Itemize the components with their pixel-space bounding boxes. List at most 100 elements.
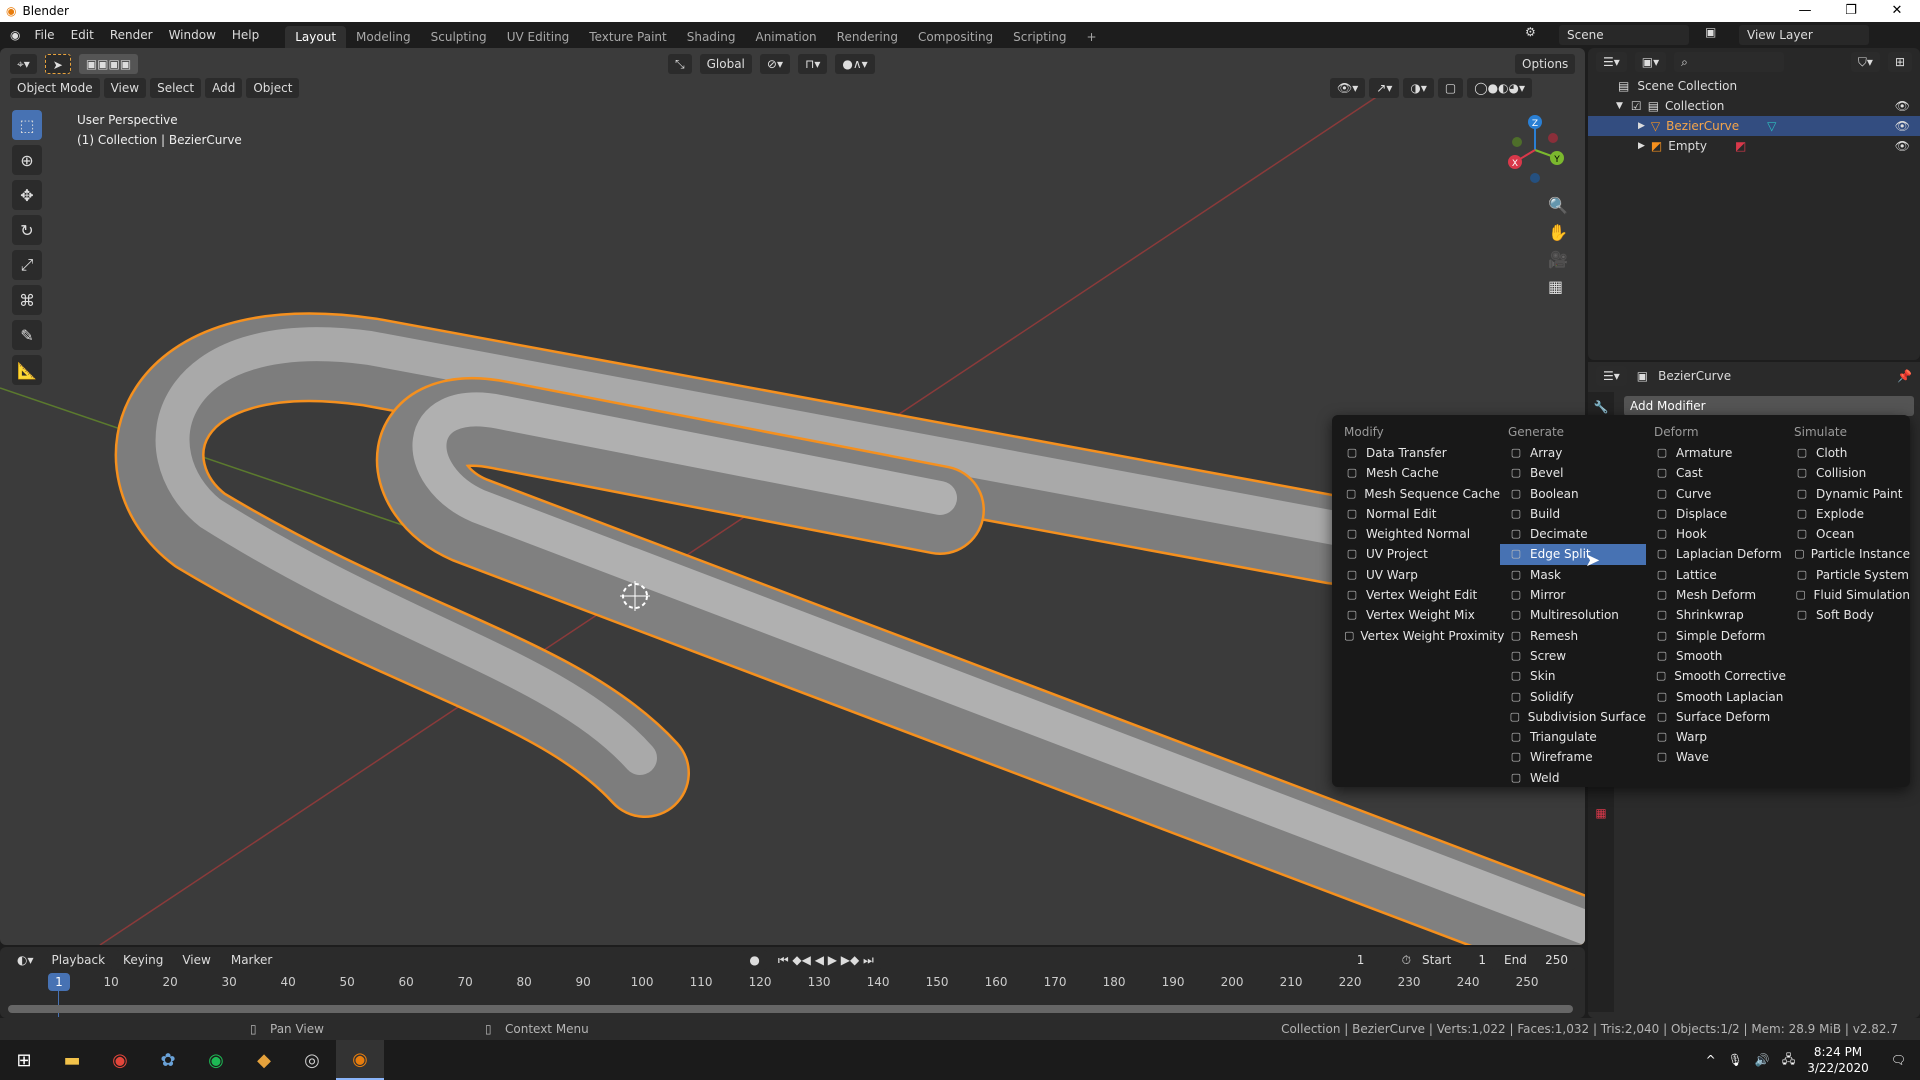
outliner-item[interactable]: ▶ ◩ Empty ◩ 👁 bbox=[1588, 136, 1920, 156]
modifier-item-skin[interactable]: ▢ Skin bbox=[1500, 666, 1646, 686]
snap-icon[interactable]: ⊓▾ bbox=[797, 54, 828, 74]
shading-modes[interactable]: ◯●◐◕▾ bbox=[1467, 78, 1533, 98]
obs-icon[interactable]: ◎ bbox=[288, 1040, 336, 1080]
overlay-toggle-icon[interactable]: ◑▾ bbox=[1403, 78, 1434, 98]
modifier-item-screw[interactable]: ▢ Screw bbox=[1500, 646, 1646, 666]
menu-view[interactable]: View bbox=[103, 78, 147, 98]
eye-icon[interactable]: 👁 bbox=[1895, 116, 1910, 136]
modifier-item-subdivision-surface[interactable]: ▢ Subdivision Surface bbox=[1500, 707, 1646, 727]
modifier-item-warp[interactable]: ▢ Warp bbox=[1646, 727, 1786, 747]
xray-icon[interactable]: ▢ bbox=[1437, 78, 1464, 98]
tab-rendering[interactable]: Rendering bbox=[827, 26, 908, 48]
expand-icon[interactable]: ▶ bbox=[1638, 136, 1645, 156]
maximize-button[interactable]: ❐ bbox=[1828, 0, 1874, 22]
properties-editor-icon[interactable]: ☰▾ bbox=[1596, 366, 1627, 386]
network-icon[interactable]: 🖧 bbox=[1782, 1050, 1795, 1071]
filter-icon[interactable]: ⛉▾ bbox=[1850, 52, 1880, 72]
expand-icon[interactable]: ▶ bbox=[1638, 116, 1645, 136]
modifier-item-simple-deform[interactable]: ▢ Simple Deform bbox=[1646, 626, 1786, 646]
file-explorer-icon[interactable]: ▬ bbox=[48, 1040, 96, 1080]
scene-icon[interactable]: ⚙ bbox=[1525, 25, 1553, 45]
pin-icon[interactable]: 📌 bbox=[1897, 369, 1912, 383]
menu-timeline-view[interactable]: View bbox=[174, 953, 218, 967]
checkbox-icon[interactable]: ☑ bbox=[1631, 96, 1642, 116]
collection-row[interactable]: ▼ ☑ ▤ Collection 👁 bbox=[1588, 96, 1920, 116]
modifier-item-weighted-normal[interactable]: ▢ Weighted Normal bbox=[1336, 524, 1500, 544]
modifier-item-displace[interactable]: ▢ Displace bbox=[1646, 504, 1786, 524]
modifier-item-triangulate[interactable]: ▢ Triangulate bbox=[1500, 727, 1646, 747]
view-layer-icon[interactable]: ▣ bbox=[1705, 25, 1733, 45]
modifier-item-wave[interactable]: ▢ Wave bbox=[1646, 747, 1786, 767]
windows-start-icon[interactable]: ⊞ bbox=[0, 1040, 48, 1080]
tab-sculpting[interactable]: Sculpting bbox=[421, 26, 497, 48]
start-frame-field[interactable]: Start 1 bbox=[1415, 950, 1493, 970]
modifier-item-curve[interactable]: ▢ Curve bbox=[1646, 484, 1786, 504]
modifier-item-mesh-deform[interactable]: ▢ Mesh Deform bbox=[1646, 585, 1786, 605]
record-button[interactable]: ● bbox=[742, 950, 767, 970]
annotate-tool[interactable]: ✎ bbox=[12, 320, 42, 350]
current-frame-field[interactable]: 1 bbox=[1323, 950, 1398, 970]
eye-icon[interactable]: 👁 bbox=[1895, 96, 1910, 116]
modifier-item-explode[interactable]: ▢ Explode bbox=[1786, 504, 1910, 524]
modifier-item-decimate[interactable]: ▢ Decimate bbox=[1500, 524, 1646, 544]
modifier-item-mask[interactable]: ▢ Mask bbox=[1500, 565, 1646, 585]
tab-shading[interactable]: Shading bbox=[677, 26, 746, 48]
outliner-search-input[interactable]: ⌕ bbox=[1674, 52, 1785, 72]
stopwatch-icon[interactable]: ⏱ bbox=[1402, 953, 1411, 968]
eye-icon[interactable]: 👁 bbox=[1895, 136, 1910, 156]
minimize-button[interactable]: — bbox=[1782, 0, 1828, 22]
ortho-grid-icon[interactable]: ▦ bbox=[1548, 277, 1568, 296]
microphone-icon[interactable]: 🎙 bbox=[1728, 1053, 1743, 1067]
expand-icon[interactable]: ▼ bbox=[1616, 96, 1623, 116]
tab-layout[interactable]: Layout bbox=[285, 26, 347, 48]
volume-icon[interactable]: 🔊 bbox=[1755, 1053, 1770, 1067]
modifier-item-mirror[interactable]: ▢ Mirror bbox=[1500, 585, 1646, 605]
transform-tool[interactable]: ⌘ bbox=[12, 285, 42, 315]
texture-icon[interactable]: ▦ bbox=[1595, 806, 1606, 820]
modifier-item-mesh-cache[interactable]: ▢ Mesh Cache bbox=[1336, 463, 1500, 483]
playhead[interactable]: 1 bbox=[48, 973, 70, 991]
clock-date[interactable]: 3/22/2020 bbox=[1807, 1060, 1869, 1076]
navigation-gizmo[interactable]: Z Y X bbox=[1495, 110, 1575, 190]
tab-texture-paint[interactable]: Texture Paint bbox=[579, 26, 676, 48]
camera-view-icon[interactable]: 🎥 bbox=[1548, 250, 1568, 269]
menu-render[interactable]: Render bbox=[102, 28, 161, 42]
modifier-item-vertex-weight-mix[interactable]: ▢ Vertex Weight Mix bbox=[1336, 605, 1500, 625]
tab-modeling[interactable]: Modeling bbox=[346, 26, 421, 48]
select-box-tool[interactable]: ⬚ bbox=[12, 110, 42, 140]
measure-tool[interactable]: 📐 bbox=[12, 355, 42, 385]
git-kraken-icon[interactable]: ◆ bbox=[240, 1040, 288, 1080]
modifier-item-smooth[interactable]: ▢ Smooth bbox=[1646, 646, 1786, 666]
add-modifier-dropdown[interactable]: Add Modifier bbox=[1624, 396, 1914, 416]
cursor-tool[interactable]: ⊕ bbox=[12, 145, 42, 175]
select-tool-icon[interactable]: ➤ bbox=[44, 54, 71, 74]
modifier-item-surface-deform[interactable]: ▢ Surface Deform bbox=[1646, 707, 1786, 727]
tab-uv-editing[interactable]: UV Editing bbox=[497, 26, 580, 48]
modifier-item-lattice[interactable]: ▢ Lattice bbox=[1646, 565, 1786, 585]
blender-menu-icon[interactable]: ◉ bbox=[10, 28, 20, 42]
pan-hand-icon[interactable]: ✋ bbox=[1548, 223, 1568, 242]
visibility-icon[interactable]: 👁▾ bbox=[1330, 78, 1366, 98]
zoom-icon[interactable]: 🔍 bbox=[1548, 196, 1568, 215]
modifier-item-ocean[interactable]: ▢ Ocean bbox=[1786, 524, 1910, 544]
empty-data-icon[interactable]: ◩ bbox=[1735, 136, 1746, 156]
modifier-item-shrinkwrap[interactable]: ▢ Shrinkwrap bbox=[1646, 605, 1786, 625]
modifier-item-mesh-sequence-cache[interactable]: ▢ Mesh Sequence Cache bbox=[1336, 484, 1500, 504]
modifier-item-uv-warp[interactable]: ▢ UV Warp bbox=[1336, 565, 1500, 585]
display-mode-icon[interactable]: ☰▾ bbox=[1596, 52, 1627, 72]
modifier-item-hook[interactable]: ▢ Hook bbox=[1646, 524, 1786, 544]
modifier-item-weld[interactable]: ▢ Weld bbox=[1500, 768, 1646, 788]
modifier-item-dynamic-paint[interactable]: ▢ Dynamic Paint bbox=[1786, 484, 1910, 504]
proportional-edit-icon[interactable]: ●∧▾ bbox=[835, 54, 875, 74]
menu-edit[interactable]: Edit bbox=[63, 28, 102, 42]
outliner-item[interactable]: ▶ ▽ BezierCurve ▽ 👁 bbox=[1588, 116, 1920, 136]
rotate-tool[interactable]: ↻ bbox=[12, 215, 42, 245]
scene-selector[interactable]: Scene bbox=[1559, 25, 1689, 45]
pivot-icon[interactable]: ⊘▾ bbox=[759, 54, 790, 74]
add-workspace-button[interactable]: + bbox=[1077, 26, 1107, 48]
clock-time[interactable]: 8:24 PM bbox=[1807, 1044, 1869, 1060]
modifier-item-smooth-corrective[interactable]: ▢ Smooth Corrective bbox=[1646, 666, 1786, 686]
menu-help[interactable]: Help bbox=[224, 28, 267, 42]
move-tool[interactable]: ✥ bbox=[12, 180, 42, 210]
options-dropdown[interactable]: Options bbox=[1515, 54, 1576, 74]
